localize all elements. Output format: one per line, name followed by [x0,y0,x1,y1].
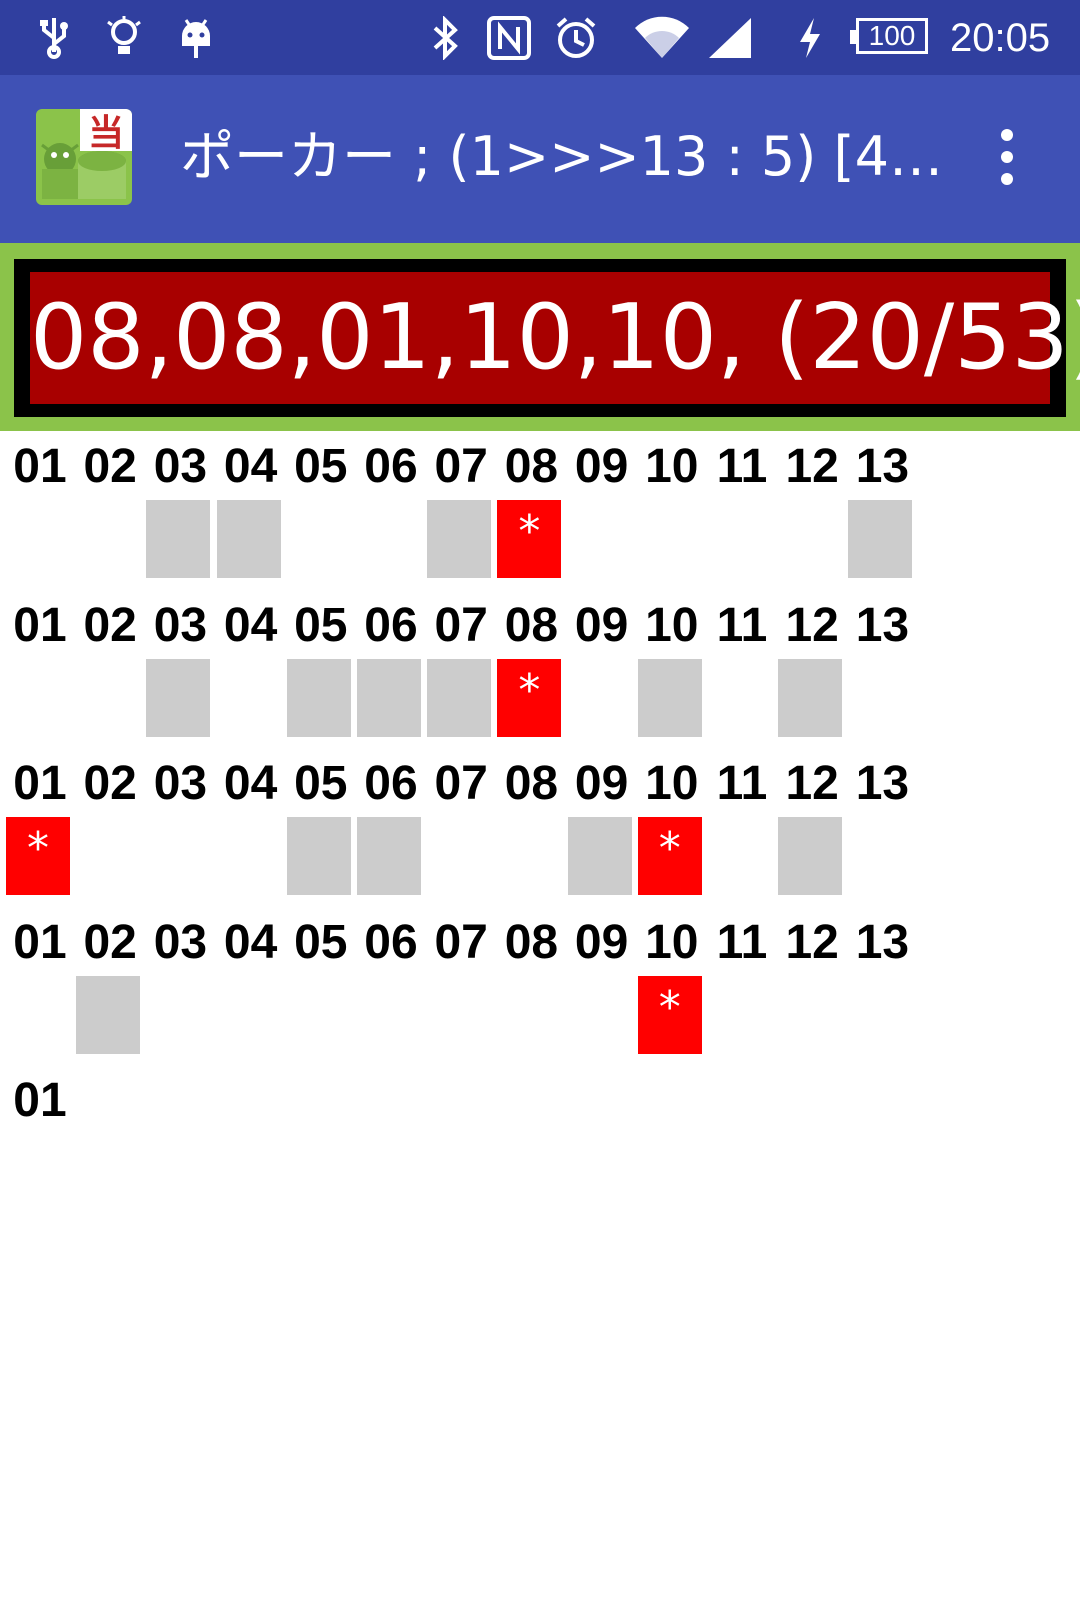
number-label: 08 [504,440,559,493]
number-label: 09 [574,757,629,810]
history-marker [357,658,421,737]
drawn-number-marker: * [637,975,702,1054]
app-title: ポーカー ; (1>>>13 : 5) [4gr... [180,125,950,188]
usb-icon [34,14,74,62]
history-marker [286,658,351,737]
number-label: 03 [153,915,208,969]
drawn-number-marker: * [497,658,562,737]
number-label: 10 [645,440,699,493]
number-label: 08 [504,598,559,652]
number-label: 09 [574,915,629,969]
number-label: 05 [294,757,348,810]
battery-indicator: 100 [850,18,928,54]
result-panel: 08,08,01,10,10, (20/53) [0,243,1080,431]
number-label: 01 [13,598,67,652]
bluetooth-icon [428,14,464,62]
app-icon-badge: 当 [88,113,124,154]
number-label: 12 [785,440,839,493]
number-label: 03 [153,757,208,810]
result-display: 08,08,01,10,10, (20/53) [30,272,1080,404]
number-label: 12 [785,598,839,652]
history-marker [427,658,492,737]
number-label: 11 [716,440,768,493]
number-label: 13 [855,757,910,810]
number-label: 07 [434,757,488,810]
number-label: 03 [153,440,208,493]
number-label: 11 [716,598,768,652]
history-marker [567,817,632,895]
history-marker [427,500,492,578]
app-bar: 当 ポーカー ; (1>>>13 : 5) [4gr... [0,75,1080,243]
history-marker [778,817,843,895]
number-label: 06 [364,915,418,969]
number-label: 03 [153,598,208,652]
number-label: 11 [716,757,768,810]
number-label: 06 [364,757,418,810]
number-label: 05 [294,915,348,969]
number-label: 13 [855,598,910,652]
history-marker [637,658,702,737]
number-label: 02 [83,757,137,810]
history-marker [778,658,843,737]
number-label: 07 [434,915,488,969]
number-label: 01 [13,1074,67,1127]
number-label: 02 [83,440,137,493]
number-label: 06 [364,598,418,652]
number-label: 06 [364,440,418,493]
number-label: 08 [504,915,559,969]
history-marker [146,658,211,737]
history-marker [286,817,351,895]
history-marker [216,500,281,578]
number-label: 09 [574,440,629,493]
wifi-icon [632,14,692,62]
number-label: 02 [83,598,137,652]
number-label: 07 [434,598,488,652]
number-label: 01 [13,757,67,810]
nfc-icon [484,14,534,62]
number-label: 11 [716,915,768,969]
number-label: 13 [855,440,910,493]
number-label: 04 [223,440,278,493]
number-label: 01 [13,440,67,493]
number-label: 12 [785,757,839,810]
drawn-number-marker: * [497,500,562,578]
app-logo-icon: 当 [36,109,132,205]
number-label: 04 [223,598,278,652]
number-label: 10 [645,915,699,969]
number-label: 10 [645,598,699,652]
drawn-number-marker: * [637,817,702,895]
android-debug-icon [174,14,218,62]
drawn-number-marker: * [6,817,70,895]
number-label: 07 [434,440,488,493]
number-label: 12 [785,915,839,969]
history-marker [146,500,211,578]
alarm-icon [552,14,600,62]
number-label: 02 [83,915,137,969]
number-label: 05 [294,598,348,652]
history-marker [76,975,141,1054]
result-frame: 08,08,01,10,10, (20/53) [14,259,1080,417]
bulb-icon [104,14,144,62]
number-label: 05 [294,440,348,493]
history-marker [848,500,913,578]
number-label: 04 [223,915,278,969]
clock: 20:05 [950,16,1051,60]
number-label: 08 [504,757,559,810]
number-label: 10 [645,757,699,810]
number-label: 04 [223,757,278,810]
status-bar: 100 20:05 [0,0,1080,75]
signal-icon [706,14,754,62]
history-marker [357,817,421,895]
overflow-menu-icon[interactable] [990,125,1024,189]
number-label: 13 [855,915,910,969]
number-label: 09 [574,598,629,652]
charging-icon [794,14,826,62]
number-label: 01 [13,915,67,969]
